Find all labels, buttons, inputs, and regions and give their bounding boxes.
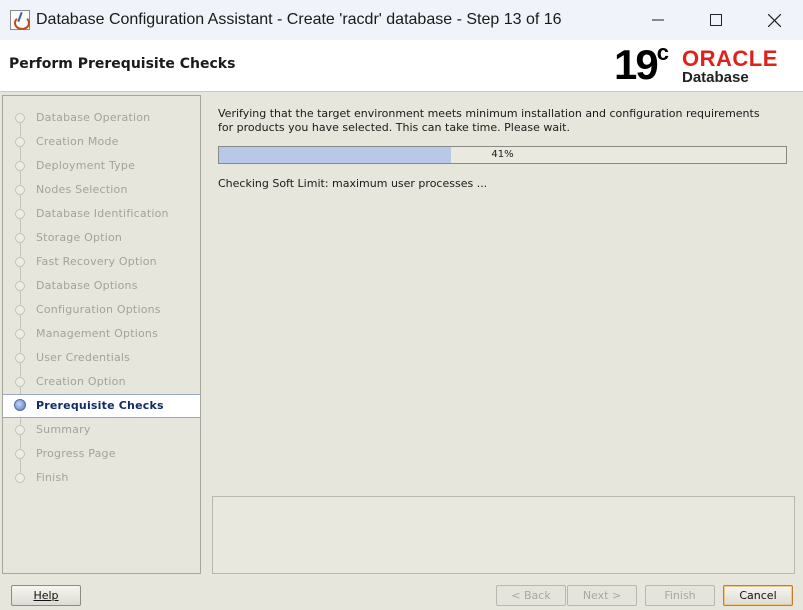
step-creation-option[interactable]: Creation Option <box>3 371 200 393</box>
step-nodes-selection[interactable]: Nodes Selection <box>3 179 200 201</box>
intro-text: Verifying that the target environment me… <box>218 107 788 135</box>
window-controls <box>629 0 803 40</box>
help-button-label: Help <box>33 589 59 602</box>
version-suffix: c <box>656 40 669 65</box>
step-dot-icon <box>15 233 25 243</box>
step-label: Configuration Options <box>36 303 161 316</box>
step-configuration-options[interactable]: Configuration Options <box>3 299 200 321</box>
step-label: Database Options <box>36 279 138 292</box>
close-icon <box>767 13 781 27</box>
step-dot-icon <box>15 377 25 387</box>
java-app-icon <box>10 10 30 30</box>
step-dot-icon <box>15 425 25 435</box>
close-button[interactable] <box>745 0 803 40</box>
cancel-button[interactable]: Cancel <box>723 585 793 606</box>
step-dot-icon <box>15 113 25 123</box>
minimize-button[interactable] <box>629 0 687 40</box>
step-label: Prerequisite Checks <box>36 399 164 412</box>
status-message: Checking Soft Limit: maximum user proces… <box>218 177 488 190</box>
next-button[interactable]: Next > <box>567 585 637 606</box>
step-fast-recovery-option[interactable]: Fast Recovery Option <box>3 251 200 273</box>
step-label: Creation Option <box>36 375 126 388</box>
step-dot-icon <box>15 281 25 291</box>
step-database-identification[interactable]: Database Identification <box>3 203 200 225</box>
step-label: Progress Page <box>36 447 116 460</box>
version-number: 19 <box>614 41 659 88</box>
step-prerequisite-checks[interactable]: Prerequisite Checks <box>3 394 200 418</box>
step-management-options[interactable]: Management Options <box>3 323 200 345</box>
step-dot-icon <box>15 353 25 363</box>
maximize-icon <box>710 14 722 26</box>
step-progress-page: Progress Page <box>3 443 200 465</box>
step-dot-icon <box>15 329 25 339</box>
steps-sidebar: Database Operation Creation Mode Deploym… <box>2 95 201 574</box>
step-deployment-type[interactable]: Deployment Type <box>3 155 200 177</box>
version-logo: 19c <box>614 40 669 89</box>
step-dot-icon <box>15 161 25 171</box>
step-label: Summary <box>36 423 91 436</box>
step-dot-icon <box>15 209 25 219</box>
step-dot-icon <box>15 449 25 459</box>
step-active-icon <box>14 399 26 411</box>
progress-bar: 41% <box>218 146 787 164</box>
step-label: User Credentials <box>36 351 131 364</box>
footer-bar: Help < Back Next > Finish Cancel <box>0 576 803 610</box>
intro-line-1: Verifying that the target environment me… <box>218 107 760 120</box>
step-database-options[interactable]: Database Options <box>3 275 200 297</box>
finish-button[interactable]: Finish <box>645 585 715 606</box>
step-dot-icon <box>15 185 25 195</box>
step-creation-mode[interactable]: Creation Mode <box>3 131 200 153</box>
step-dot-icon <box>15 257 25 267</box>
step-dot-icon <box>15 305 25 315</box>
step-label: Creation Mode <box>36 135 119 148</box>
step-label: Database Operation <box>36 111 151 124</box>
intro-line-2: for products you have selected. This can… <box>218 121 570 134</box>
step-label: Finish <box>36 471 69 484</box>
header-banner: Perform Prerequisite Checks 19c ORACLE D… <box>0 40 803 92</box>
help-button[interactable]: Help <box>11 585 81 606</box>
step-finish: Finish <box>3 467 200 489</box>
step-summary: Summary <box>3 419 200 441</box>
window-title: Database Configuration Assistant - Creat… <box>36 11 562 28</box>
step-user-credentials[interactable]: User Credentials <box>3 347 200 369</box>
step-storage-option[interactable]: Storage Option <box>3 227 200 249</box>
step-dot-icon <box>15 473 25 483</box>
product-name: Database <box>682 69 749 86</box>
minimize-icon <box>652 19 664 21</box>
step-label: Database Identification <box>36 207 169 220</box>
step-label: Deployment Type <box>36 159 136 172</box>
page-title: Perform Prerequisite Checks <box>9 56 236 72</box>
step-label: Fast Recovery Option <box>36 255 157 268</box>
step-label: Management Options <box>36 327 159 340</box>
back-button[interactable]: < Back <box>496 585 566 606</box>
title-bar: Database Configuration Assistant - Creat… <box>0 0 803 40</box>
step-database-operation[interactable]: Database Operation <box>3 107 200 129</box>
step-label: Storage Option <box>36 231 123 244</box>
progress-percent: 41% <box>491 149 514 160</box>
maximize-button[interactable] <box>687 0 745 40</box>
step-label: Nodes Selection <box>36 183 128 196</box>
details-text-area[interactable] <box>212 496 795 574</box>
main-panel: Verifying that the target environment me… <box>203 95 800 574</box>
step-dot-icon <box>15 137 25 147</box>
